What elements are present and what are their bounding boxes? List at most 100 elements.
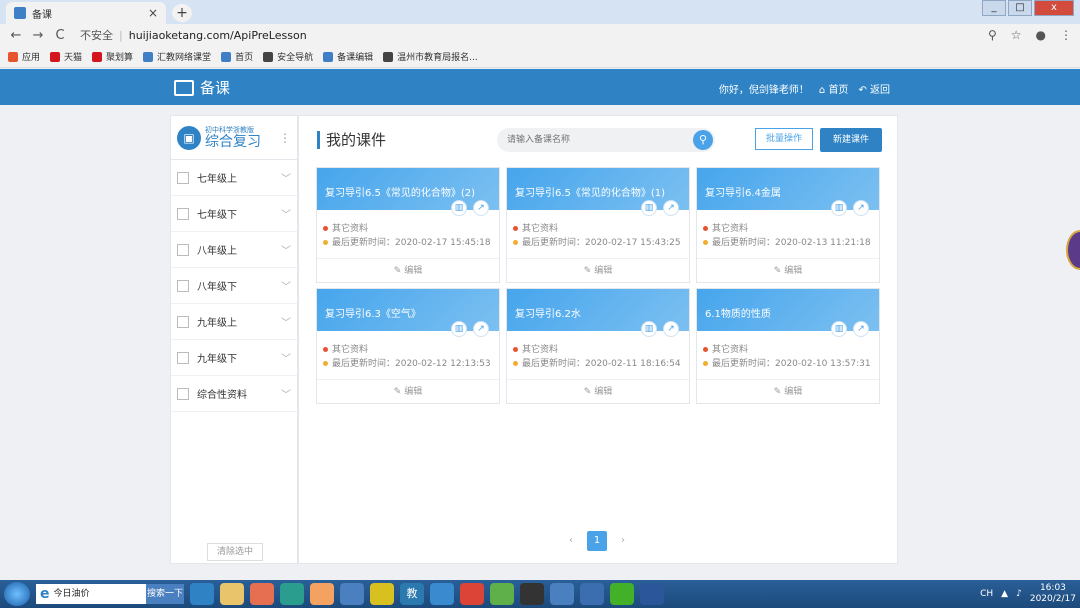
app2-icon[interactable] <box>370 583 394 605</box>
back-link[interactable]: ↶ 返回 <box>858 81 890 96</box>
insecure-label[interactable]: 不安全 <box>80 27 113 43</box>
clear-selection-button[interactable]: 清除选中 <box>207 543 263 561</box>
taskbar-search-button[interactable]: 搜索一下 <box>146 584 184 604</box>
courseware-card[interactable]: 复习导引6.4金属 ▥ ↗ 其它资料 最后更新时间：2020-02-13 11:21:1… <box>696 167 880 283</box>
grade-checkbox[interactable] <box>177 243 189 256</box>
courseware-card[interactable]: 复习导引6.3《空气》 ▥ ↗ 其它资料 最后更新时间：2020-02-12 12:13… <box>316 288 500 404</box>
grade-item[interactable]: 九年级下 ﹀ <box>171 340 297 376</box>
courseware-card[interactable]: 复习导引6.2水 ▥ ↗ 其它资料 最后更新时间：2020-02-11 18:16:54… <box>506 288 690 404</box>
chevron-down-icon[interactable]: ﹀ <box>281 170 291 185</box>
grade-checkbox[interactable] <box>177 315 189 328</box>
share-icon[interactable]: ↗ <box>853 200 869 216</box>
delete-icon[interactable]: ▥ <box>641 321 657 337</box>
taskbar-search[interactable]: e 今日油价 <box>36 584 146 604</box>
menu-icon[interactable]: ⋮ <box>1060 28 1072 42</box>
bookmark-item[interactable]: 温州市教育局报名... <box>383 50 478 63</box>
chevron-down-icon[interactable]: ﹀ <box>281 242 291 257</box>
baidu-pan-icon[interactable] <box>430 583 454 605</box>
next-page-button[interactable]: › <box>613 531 633 551</box>
star-icon[interactable]: ☆ <box>1011 28 1022 42</box>
wechat-icon[interactable] <box>610 583 634 605</box>
chrome-icon[interactable] <box>460 583 484 605</box>
more-icon[interactable]: ⋮ <box>279 131 291 145</box>
grade-checkbox[interactable] <box>177 207 189 220</box>
reload-icon[interactable]: C <box>52 28 68 43</box>
search-icon[interactable]: ⚲ <box>693 130 713 150</box>
app-icon[interactable] <box>340 583 364 605</box>
maximize-button[interactable]: □ <box>1008 0 1032 16</box>
network-icon[interactable]: ▲ <box>1001 589 1008 599</box>
browser-360-icon[interactable] <box>280 583 304 605</box>
bookmark-item[interactable]: 汇教网络课堂 <box>143 50 211 63</box>
bookmark-item[interactable]: 备课编辑 <box>323 50 373 63</box>
edit-button[interactable]: ✎ 编辑 <box>697 258 879 282</box>
start-button[interactable] <box>4 582 30 606</box>
bookmark-item[interactable]: 聚划算 <box>92 50 133 63</box>
folder-icon[interactable] <box>220 583 244 605</box>
clock[interactable]: 16:03 2020/2/17 <box>1030 583 1076 605</box>
delete-icon[interactable]: ▥ <box>641 200 657 216</box>
share-icon[interactable]: ↗ <box>853 321 869 337</box>
delete-icon[interactable]: ▥ <box>451 321 467 337</box>
new-courseware-button[interactable]: 新建课件 <box>820 128 882 152</box>
delete-icon[interactable]: ▥ <box>831 200 847 216</box>
share-icon[interactable]: ↗ <box>473 321 489 337</box>
media-icon[interactable] <box>250 583 274 605</box>
grade-checkbox[interactable] <box>177 387 189 400</box>
chevron-down-icon[interactable]: ﹀ <box>281 350 291 365</box>
share-icon[interactable]: ↗ <box>663 321 679 337</box>
grade-item[interactable]: 九年级上 ﹀ <box>171 304 297 340</box>
app5-icon[interactable] <box>580 583 604 605</box>
batch-operation-button[interactable]: 批量操作 <box>755 128 813 150</box>
chevron-down-icon[interactable]: ﹀ <box>281 386 291 401</box>
prev-page-button[interactable]: ‹ <box>561 531 581 551</box>
url-field[interactable]: huijiaoketang.com/ApiPreLesson <box>129 29 307 42</box>
photos-icon[interactable] <box>310 583 334 605</box>
grade-item[interactable]: 综合性资料 ﹀ <box>171 376 297 412</box>
chevron-down-icon[interactable]: ﹀ <box>281 206 291 221</box>
chevron-down-icon[interactable]: ﹀ <box>281 278 291 293</box>
home-link[interactable]: ⌂ 首页 <box>819 81 849 96</box>
teach-icon[interactable]: 教 <box>400 583 424 605</box>
close-tab-icon[interactable]: × <box>148 6 158 20</box>
share-icon[interactable]: ↗ <box>473 200 489 216</box>
ime-indicator[interactable]: CH <box>980 589 993 599</box>
courseware-card[interactable]: 复习导引6.5《常见的化合物》(1) ▥ ↗ 其它资料 最后更新时间：2020-02-1… <box>506 167 690 283</box>
page-1-button[interactable]: 1 <box>587 531 607 551</box>
delete-icon[interactable]: ▥ <box>451 200 467 216</box>
ie-taskbar-icon[interactable] <box>190 583 214 605</box>
bookmark-item[interactable]: 首页 <box>221 50 253 63</box>
forward-icon[interactable]: → <box>30 28 46 43</box>
courseware-card[interactable]: 复习导引6.5《常见的化合物》(2) ▥ ↗ 其它资料 最后更新时间：2020-02-1… <box>316 167 500 283</box>
volume-icon[interactable]: ♪ <box>1016 589 1022 599</box>
grade-checkbox[interactable] <box>177 351 189 364</box>
search-input[interactable] <box>497 128 677 152</box>
qq-icon[interactable] <box>520 583 544 605</box>
delete-icon[interactable]: ▥ <box>831 321 847 337</box>
edit-button[interactable]: ✎ 编辑 <box>507 379 689 403</box>
grade-item[interactable]: 八年级下 ﹀ <box>171 268 297 304</box>
grade-item[interactable]: 七年级下 ﹀ <box>171 196 297 232</box>
app4-icon[interactable] <box>550 583 574 605</box>
chevron-down-icon[interactable]: ﹀ <box>281 314 291 329</box>
word-icon[interactable] <box>640 583 664 605</box>
edit-button[interactable]: ✎ 编辑 <box>697 379 879 403</box>
browser-tab[interactable]: 备课 × <box>6 2 166 24</box>
grade-checkbox[interactable] <box>177 279 189 292</box>
floating-widget[interactable] <box>1066 230 1080 270</box>
bookmark-item[interactable]: 应用 <box>8 50 40 63</box>
minimize-button[interactable]: _ <box>982 0 1006 16</box>
account-icon[interactable]: ● <box>1036 28 1046 42</box>
share-icon[interactable]: ↗ <box>663 200 679 216</box>
grade-checkbox[interactable] <box>177 171 189 184</box>
bookmark-item[interactable]: 安全导航 <box>263 50 313 63</box>
grade-item[interactable]: 七年级上 ﹀ <box>171 160 297 196</box>
close-window-button[interactable]: x <box>1034 0 1074 16</box>
back-icon[interactable]: ← <box>8 28 24 43</box>
app3-icon[interactable] <box>490 583 514 605</box>
edit-button[interactable]: ✎ 编辑 <box>507 258 689 282</box>
new-tab-button[interactable]: + <box>172 4 192 22</box>
edit-button[interactable]: ✎ 编辑 <box>317 379 499 403</box>
courseware-card[interactable]: 6.1物质的性质 ▥ ↗ 其它资料 最后更新时间：2020-02-10 13:57:31… <box>696 288 880 404</box>
bookmark-item[interactable]: 天猫 <box>50 50 82 63</box>
